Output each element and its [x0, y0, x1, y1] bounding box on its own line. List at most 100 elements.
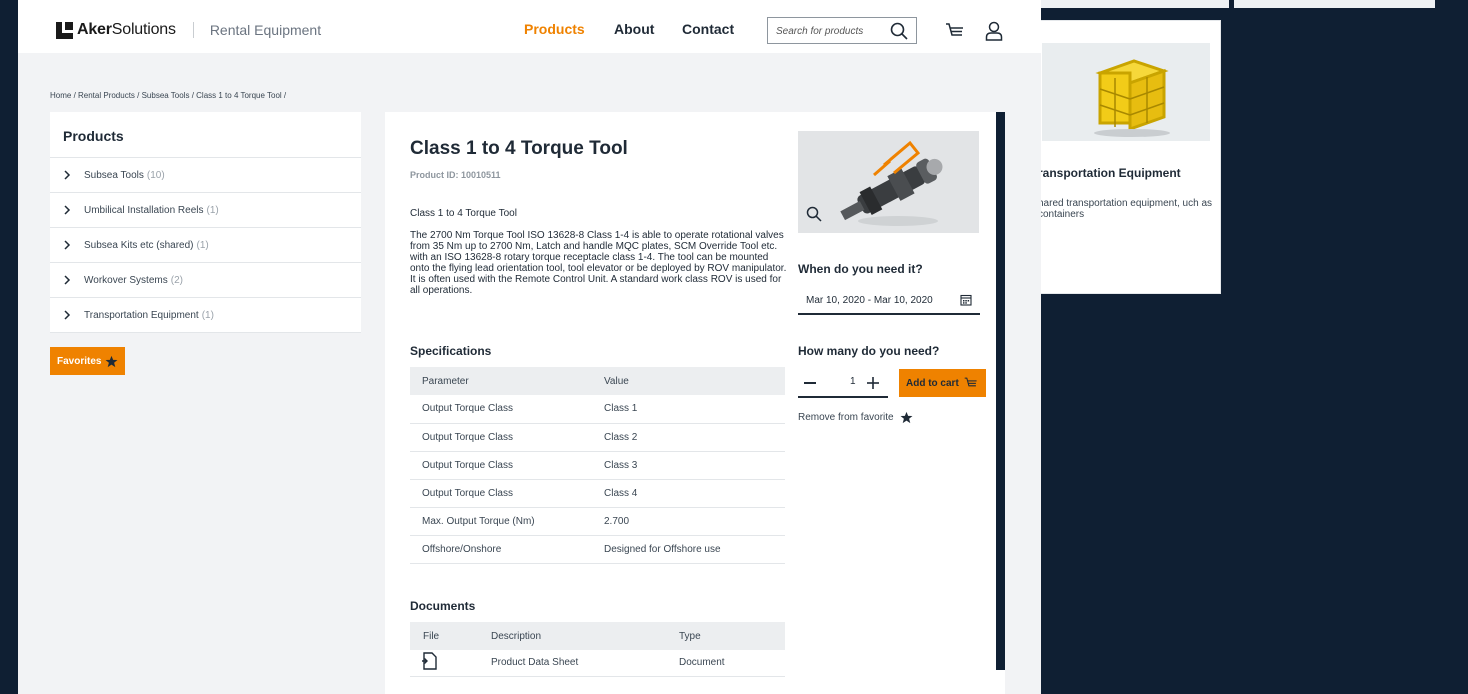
- column-header: Parameter: [410, 367, 592, 395]
- aker-logo-icon: [56, 21, 73, 39]
- zoom-icon[interactable]: [806, 206, 822, 222]
- cart-icon[interactable]: [945, 21, 965, 41]
- spec-parameter: Output Torque Class: [410, 479, 592, 508]
- search-box[interactable]: [767, 17, 917, 44]
- favorites-label: Favorites: [57, 355, 102, 367]
- product-detail-panel: Class 1 to 4 Torque Tool Product ID: 100…: [385, 112, 1005, 694]
- site-header: AkerSolutions Rental Equipment Products …: [18, 0, 1041, 53]
- sidebar-item-subsea-tools[interactable]: Subsea Tools (10): [50, 158, 361, 193]
- date-range-value: Mar 10, 2020 - Mar 10, 2020: [806, 295, 933, 306]
- spec-parameter: Output Torque Class: [410, 451, 592, 480]
- sidebar-item-count: (10): [146, 169, 165, 181]
- table-row: Max. Output Torque (Nm) 2.700: [410, 507, 785, 536]
- when-label: When do you need it?: [798, 262, 923, 276]
- spec-parameter: Offshore/Onshore: [410, 535, 592, 564]
- chevron-right-icon: [64, 240, 71, 250]
- sidebar-item-count: (2): [170, 274, 183, 286]
- background-category-card[interactable]: ransportation Equipment hared transporta…: [1029, 20, 1221, 294]
- scrollbar[interactable]: [996, 112, 1005, 670]
- cart-icon: [964, 377, 977, 387]
- table-header-row: File Description Type: [410, 622, 785, 650]
- document-description[interactable]: Product Data Sheet: [491, 650, 679, 677]
- search-input[interactable]: [776, 23, 886, 39]
- sidebar-item-workover-systems[interactable]: Workover Systems (2): [50, 263, 361, 298]
- sidebar-item-label: Workover Systems: [84, 274, 168, 286]
- date-range-picker[interactable]: Mar 10, 2020 - Mar 10, 2020: [798, 290, 980, 315]
- sidebar-item-subsea-kits[interactable]: Subsea Kits etc (shared) (1): [50, 228, 361, 263]
- background-strip-segment: [1234, 0, 1435, 8]
- documents-table: File Description Type Product Data Sheet…: [410, 622, 785, 677]
- star-icon: [106, 355, 118, 367]
- spec-value: Class 2: [592, 423, 785, 452]
- add-to-cart-label: Add to cart: [906, 377, 959, 389]
- spec-value: Class 3: [592, 451, 785, 480]
- background-card-description: hared transportation equipment, uch as c…: [1038, 198, 1212, 220]
- sidebar-item-count: (1): [206, 204, 219, 216]
- sidebar-item-transportation[interactable]: Transportation Equipment (1): [50, 298, 361, 333]
- sidebar-title: Products: [50, 112, 361, 158]
- breadcrumb[interactable]: Home / Rental Products / Subsea Tools / …: [50, 91, 286, 100]
- remove-favorite-label: Remove from favorite: [798, 412, 894, 423]
- table-row: Offshore/Onshore Designed for Offshore us…: [410, 535, 785, 564]
- spec-value: Designed for Offshore use: [592, 535, 785, 564]
- sidebar-item-label: Transportation Equipment: [84, 309, 199, 321]
- background-card-title: ransportation Equipment: [1038, 166, 1181, 180]
- sidebar-item-label: Umbilical Installation Reels: [84, 204, 204, 216]
- star-icon: [900, 411, 913, 424]
- background-strip-segment: [1021, 0, 1229, 8]
- table-row[interactable]: Product Data Sheet Document: [410, 650, 785, 677]
- sidebar-item-count: (1): [196, 239, 209, 251]
- table-row: Output Torque Class Class 3: [410, 451, 785, 480]
- nav-about-label[interactable]: About: [614, 21, 654, 37]
- user-icon[interactable]: [984, 21, 1004, 41]
- container-frame-image: [1042, 43, 1210, 141]
- increment-button[interactable]: [866, 376, 880, 390]
- quantity-label: How many do you need?: [798, 344, 940, 358]
- chevron-right-icon: [64, 205, 71, 215]
- chevron-right-icon: [64, 275, 71, 285]
- spec-value: 2.700: [592, 507, 785, 536]
- category-sidebar: Products Subsea Tools (10) Umbilical Inst…: [50, 112, 361, 333]
- specifications-table: Parameter Value Output Torque Class Class…: [410, 367, 785, 564]
- spec-parameter: Max. Output Torque (Nm): [410, 507, 592, 536]
- logo-text: AkerSolutions: [77, 21, 176, 38]
- documents-title: Documents: [410, 599, 476, 613]
- brand-logo[interactable]: AkerSolutions Rental Equipment: [56, 21, 321, 39]
- nav-contact-label[interactable]: Contact: [682, 21, 734, 37]
- logo-divider: [192, 22, 194, 38]
- logo-subtitle: Rental Equipment: [209, 22, 322, 38]
- favorites-button[interactable]: Favorites: [50, 347, 126, 375]
- product-page: AkerSolutions Rental Equipment Products …: [18, 0, 1041, 694]
- column-header: Description: [491, 622, 679, 650]
- column-header: Type: [679, 622, 785, 650]
- table-header-row: Parameter Value: [410, 367, 785, 395]
- pdf-icon[interactable]: [421, 652, 438, 670]
- decrement-button[interactable]: [804, 382, 816, 384]
- nav-products-label[interactable]: Products: [524, 21, 585, 37]
- document-type: Document: [679, 650, 785, 677]
- product-description: The 2700 Nm Torque Tool ISO 13628-8 Clas…: [410, 230, 787, 296]
- nav-products[interactable]: Products: [524, 21, 585, 37]
- table-row: Output Torque Class Class 1: [410, 395, 785, 424]
- specifications-title: Specifications: [410, 344, 492, 358]
- add-to-cart-button[interactable]: Add to cart: [899, 369, 986, 397]
- search-icon[interactable]: [890, 22, 908, 40]
- column-header: File: [410, 622, 491, 650]
- quantity-stepper: 1: [798, 370, 888, 398]
- product-image[interactable]: [798, 131, 979, 233]
- sidebar-item-label: Subsea Tools: [84, 169, 144, 181]
- remove-favorite-link[interactable]: Remove from favorite: [798, 411, 913, 424]
- table-row: Output Torque Class Class 4: [410, 479, 785, 508]
- sidebar-item-count: (1): [201, 309, 214, 321]
- nav-contact[interactable]: Contact: [682, 21, 734, 37]
- quantity-value[interactable]: 1: [850, 376, 856, 387]
- spec-parameter: Output Torque Class: [410, 423, 592, 452]
- product-title: Class 1 to 4 Torque Tool: [410, 138, 628, 159]
- sidebar-item-umbilical-reels[interactable]: Umbilical Installation Reels (1): [50, 193, 361, 228]
- table-row: Output Torque Class Class 2: [410, 423, 785, 452]
- chevron-right-icon: [64, 170, 71, 180]
- spec-value: Class 1: [592, 395, 785, 424]
- nav-about[interactable]: About: [614, 21, 654, 37]
- calendar-icon[interactable]: [960, 294, 972, 306]
- spec-parameter: Output Torque Class: [410, 395, 592, 424]
